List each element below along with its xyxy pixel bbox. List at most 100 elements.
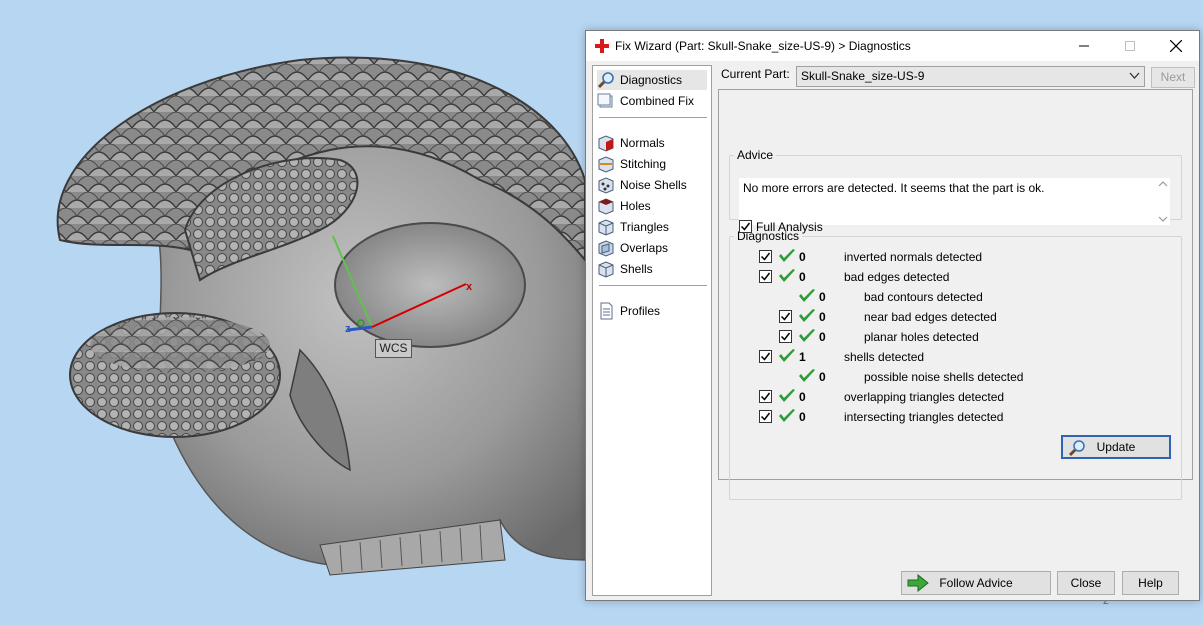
advice-legend: Advice [737, 148, 774, 162]
arrow-right-icon [907, 574, 929, 592]
close-window-button[interactable] [1153, 31, 1199, 61]
red-cross-icon [595, 39, 609, 53]
update-button[interactable]: Update [1061, 435, 1171, 459]
diagnostic-label: possible noise shells detected [864, 370, 1024, 384]
follow-advice-button[interactable]: Follow Advice [901, 571, 1051, 595]
full-analysis-label: Full Analysis [756, 220, 823, 234]
help-button[interactable]: Help [1122, 571, 1179, 595]
nav-item-label: Shells [620, 262, 653, 276]
wizard-nav: Diagnostics Combined Fix Normals Stitchi… [592, 65, 712, 596]
checkmark-icon [760, 392, 771, 401]
minimize-icon [1079, 45, 1089, 47]
nav-separator [599, 285, 707, 286]
diagnostics-group: Diagnostics [729, 229, 1182, 500]
diagnostic-count: 0 [819, 370, 826, 384]
nav-item-stitching[interactable]: Stitching [597, 154, 670, 174]
diagnostic-label: bad edges detected [844, 270, 950, 284]
overlaps-cube-icon [598, 240, 614, 257]
diagnostic-checkbox[interactable] [779, 330, 792, 343]
nav-item-label: Normals [620, 136, 665, 150]
normals-cube-icon [598, 135, 614, 152]
minimize-button[interactable] [1061, 31, 1107, 61]
green-check-icon [799, 329, 815, 342]
nav-item-normals[interactable]: Normals [597, 133, 669, 153]
diagnostic-label: near bad edges detected [864, 310, 997, 324]
diagnostic-checkbox[interactable] [759, 350, 772, 363]
checkmark-icon [760, 272, 771, 281]
diagnostic-checkbox[interactable] [759, 270, 772, 283]
close-icon [1170, 40, 1182, 52]
nav-item-label: Stitching [620, 157, 667, 171]
wcs-label: WCS [375, 339, 412, 358]
follow-advice-label: Follow Advice [939, 576, 1013, 590]
green-check-icon [799, 289, 815, 302]
update-label: Update [1096, 440, 1136, 454]
diagnostic-label: inverted normals detected [844, 250, 983, 264]
nav-item-label: Triangles [620, 220, 669, 234]
axis-x-label: x [466, 281, 473, 293]
titlebar[interactable]: Fix Wizard (Part: Skull-Snake_size-US-9)… [586, 31, 1199, 61]
magnifier-icon [597, 72, 614, 89]
green-check-icon [779, 409, 795, 422]
diagnostic-count: 0 [799, 250, 806, 264]
nav-item-label: Overlaps [620, 241, 669, 255]
diagnostic-label: intersecting triangles detected [844, 410, 1004, 424]
green-check-icon [779, 389, 795, 402]
diagnostic-checkbox[interactable] [779, 310, 792, 323]
chevron-down-icon [1129, 72, 1140, 79]
advice-scrollbar[interactable] [1156, 178, 1170, 225]
full-analysis-checkbox[interactable] [739, 220, 752, 233]
nav-item-overlaps[interactable]: Overlaps [597, 238, 672, 258]
advice-text: No more errors are detected. It seems th… [739, 178, 1170, 225]
current-part-label: Current Part: [721, 67, 790, 81]
combined-fix-icon [597, 93, 613, 108]
noise-shells-cube-icon [598, 177, 614, 194]
holes-cube-icon [598, 198, 614, 215]
green-check-icon [799, 309, 815, 322]
diagnostic-count: 0 [799, 390, 806, 404]
diagnostic-count: 0 [819, 290, 826, 304]
diagnostic-count: 0 [819, 310, 826, 324]
nav-item-label: Combined Fix [620, 94, 695, 108]
nav-item-triangles[interactable]: Triangles [597, 217, 673, 237]
axis-z-label: z [345, 323, 351, 335]
fix-wizard-dialog: Fix Wizard (Part: Skull-Snake_size-US-9)… [585, 30, 1200, 601]
nav-item-label: Profiles [620, 304, 661, 318]
nav-item-shells[interactable]: Shells [597, 259, 657, 279]
checkmark-icon [760, 252, 771, 261]
current-part-select[interactable]: Skull-Snake_size-US-9 [796, 66, 1145, 87]
diagnostic-count: 0 [799, 410, 806, 424]
diagnostic-checkbox[interactable] [759, 410, 772, 423]
next-button[interactable]: Next [1151, 67, 1195, 88]
nav-item-label: Noise Shells [620, 178, 687, 192]
diagnostic-count: 0 [799, 270, 806, 284]
diagnostic-label: bad contours detected [864, 290, 983, 304]
nav-item-combined-fix[interactable]: Combined Fix [597, 91, 698, 111]
checkmark-icon [760, 352, 771, 361]
dialog-title: Fix Wizard (Part: Skull-Snake_size-US-9)… [615, 39, 911, 53]
nav-item-label: Diagnostics [620, 73, 683, 87]
diagnostic-label: planar holes detected [864, 330, 979, 344]
stitching-cube-icon [598, 156, 614, 173]
nav-item-profiles[interactable]: Profiles [597, 301, 664, 321]
diagnostic-label: overlapping triangles detected [844, 390, 1005, 404]
checkmark-icon [780, 332, 791, 341]
diagnostic-checkbox[interactable] [759, 250, 772, 263]
diagnostic-checkbox[interactable] [759, 390, 772, 403]
maximize-button[interactable] [1107, 31, 1153, 61]
nav-item-label: Holes [620, 199, 651, 213]
profiles-document-icon [600, 302, 613, 320]
checkmark-icon [760, 412, 771, 421]
diagnostic-count: 1 [799, 350, 806, 364]
diagnostic-label: shells detected [844, 350, 925, 364]
green-check-icon [779, 349, 795, 362]
nav-item-noise-shells[interactable]: Noise Shells [597, 175, 691, 195]
advice-group: Advice No more errors are detected. It s… [729, 148, 1182, 225]
close-button[interactable]: Close [1057, 571, 1115, 595]
checkmark-icon [740, 222, 751, 231]
green-check-icon [799, 369, 815, 382]
current-part-value: Skull-Snake_size-US-9 [801, 69, 925, 83]
triangles-cube-icon [598, 219, 614, 236]
nav-item-holes[interactable]: Holes [597, 196, 655, 216]
nav-item-diagnostics[interactable]: Diagnostics [597, 70, 707, 90]
